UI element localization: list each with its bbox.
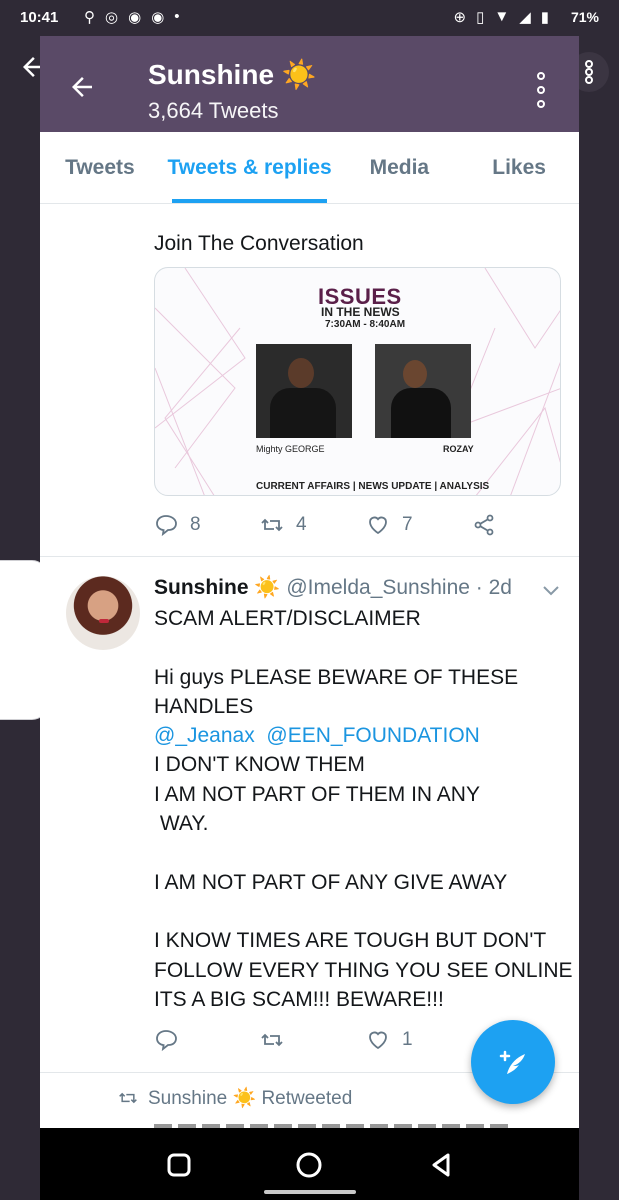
compose-tweet-button[interactable]	[471, 1020, 555, 1104]
author-name[interactable]: Sunshine ☀️	[154, 576, 281, 599]
tweet-line: I DON'T KNOW THEM	[154, 753, 365, 777]
retweet-count: 4	[296, 514, 307, 535]
retweet-icon	[119, 1092, 137, 1104]
twitter-screen: Sunshine ☀️ 3,664 Tweets Tweets Tweets &…	[40, 36, 579, 1128]
share-icon	[474, 514, 494, 536]
tweet-line: FOLLOW EVERY THING YOU SEE ONLINE	[154, 958, 573, 982]
reply-button[interactable]: 8	[154, 513, 260, 537]
dot-icon: •	[174, 8, 180, 25]
tab-tweets-and-replies[interactable]: Tweets & replies	[160, 132, 340, 203]
more-vert-icon[interactable]	[527, 72, 555, 108]
host-photo-right	[375, 344, 471, 438]
reply-icon	[156, 1030, 177, 1052]
like-button[interactable]: 1	[366, 1028, 472, 1052]
author-handle-time: @Imelda_Sunshine · 2d	[286, 576, 512, 599]
tweet-divider	[40, 556, 579, 557]
status-time: 10:41	[20, 9, 59, 26]
media-subtitle: IN THE NEWS	[321, 305, 400, 319]
tweet-line	[154, 838, 574, 867]
tweet-author-row: Sunshine ☀️ @Imelda_Sunshine · 2d	[154, 576, 512, 600]
reply-count: 8	[190, 514, 201, 535]
mention-link[interactable]: @_Jeanax	[154, 724, 255, 747]
home-circle-icon[interactable]	[292, 1148, 326, 1182]
host-photo-left	[256, 344, 352, 438]
instagram-icon: ◎	[105, 9, 119, 26]
like-button[interactable]: 7	[366, 513, 472, 537]
media-caption-left: Mighty GEORGE	[256, 444, 325, 454]
media-footer: CURRENT AFFAIRS | NEWS UPDATE | ANALYSIS	[256, 481, 490, 492]
retweeted-indicator: Sunshine ☀️ Retweeted	[118, 1086, 352, 1110]
chevron-down-icon[interactable]	[540, 582, 562, 598]
media-caption-right: ROZAY	[443, 444, 474, 454]
tweet-actions: 8 4 7	[154, 513, 578, 537]
tweet-line: WAY.	[154, 812, 209, 836]
back-triangle-icon[interactable]	[424, 1148, 458, 1182]
data-saver-icon: ⊕	[453, 9, 467, 26]
signal-icon: ◢	[519, 9, 531, 26]
tweet-line: I AM NOT PART OF THEM IN ANY	[154, 782, 480, 806]
system-nav-bar	[40, 1128, 579, 1200]
wifi-icon: ▼	[494, 8, 510, 25]
tweet-count: 3,664 Tweets	[148, 98, 279, 123]
like-icon	[369, 1031, 387, 1050]
compose-icon	[499, 1050, 525, 1074]
tweet-line	[154, 897, 574, 926]
battery-percent: 71%	[570, 9, 599, 25]
retweet-button[interactable]: 4	[260, 513, 366, 537]
tweet-line	[154, 633, 574, 662]
gesture-handle[interactable]	[264, 1190, 356, 1194]
chrome-icon: ◉	[151, 9, 165, 26]
tab-media[interactable]: Media	[339, 132, 459, 203]
back-arrow-icon[interactable]	[66, 72, 102, 102]
status-right-icons: ⊕ ▯ ▼ ◢ ▮	[453, 8, 549, 26]
tweet-line: ITS A BIG SCAM!!! BEWARE!!!	[154, 987, 444, 1011]
tweet-body: SCAM ALERT/DISCLAIMER Hi guys PLEASE BEW…	[154, 604, 574, 1014]
mention-link[interactable]: @EEN_FOUNDATION	[266, 724, 479, 747]
tweet-line: SCAM ALERT/DISCLAIMER	[154, 607, 421, 630]
battery-icon: ▮	[540, 9, 549, 26]
reply-icon	[156, 515, 177, 537]
tweet-line: Hi guys PLEASE BEWARE OF THESE	[154, 665, 519, 689]
retweeted-label: Sunshine ☀️ Retweeted	[148, 1088, 353, 1109]
chrome-icon: ◉	[128, 9, 142, 26]
retweet-button[interactable]	[260, 1028, 366, 1052]
like-icon	[369, 516, 387, 535]
avatar[interactable]	[66, 576, 140, 650]
profile-tabs: Tweets Tweets & replies Media Likes	[40, 132, 579, 204]
tab-tweets[interactable]: Tweets	[40, 132, 160, 203]
tweet-media-image[interactable]: ISSUES IN THE NEWS 7:30AM - 8:40AM Might…	[154, 267, 561, 496]
next-tweet-peek	[154, 1120, 554, 1128]
status-bar: 10:41 ⚲ ◎ ◉ ◉ • ⊕ ▯ ▼ ◢ ▮ 71%	[0, 0, 619, 36]
retweet-icon	[261, 518, 283, 532]
tweet-line: I KNOW TIMES ARE TOUGH BUT DON'T	[154, 929, 547, 953]
status-left-icons: ⚲ ◎ ◉ ◉ •	[84, 8, 180, 26]
share-button[interactable]	[472, 513, 578, 537]
like-count: 7	[402, 514, 413, 535]
retweet-icon	[261, 1033, 283, 1047]
location-icon: ⚲	[84, 9, 95, 26]
media-time: 7:30AM - 8:40AM	[325, 319, 406, 330]
vibrate-icon: ▯	[476, 9, 485, 26]
tweet-text: Join The Conversation	[154, 232, 364, 255]
tab-likes[interactable]: Likes	[459, 132, 579, 203]
profile-header: Sunshine ☀️ 3,664 Tweets	[40, 36, 579, 132]
reply-button[interactable]	[154, 1028, 260, 1052]
like-count: 1	[402, 1029, 413, 1050]
tweet-line: HANDLES	[154, 694, 254, 718]
tweet-actions: 1	[154, 1028, 472, 1052]
profile-name: Sunshine ☀️	[148, 59, 317, 90]
mentions-line: @_Jeanax @EEN_FOUNDATION	[154, 721, 574, 750]
square-nav-icon[interactable]	[162, 1148, 196, 1182]
tweet-line: I AM NOT PART OF ANY GIVE AWAY	[154, 870, 508, 894]
